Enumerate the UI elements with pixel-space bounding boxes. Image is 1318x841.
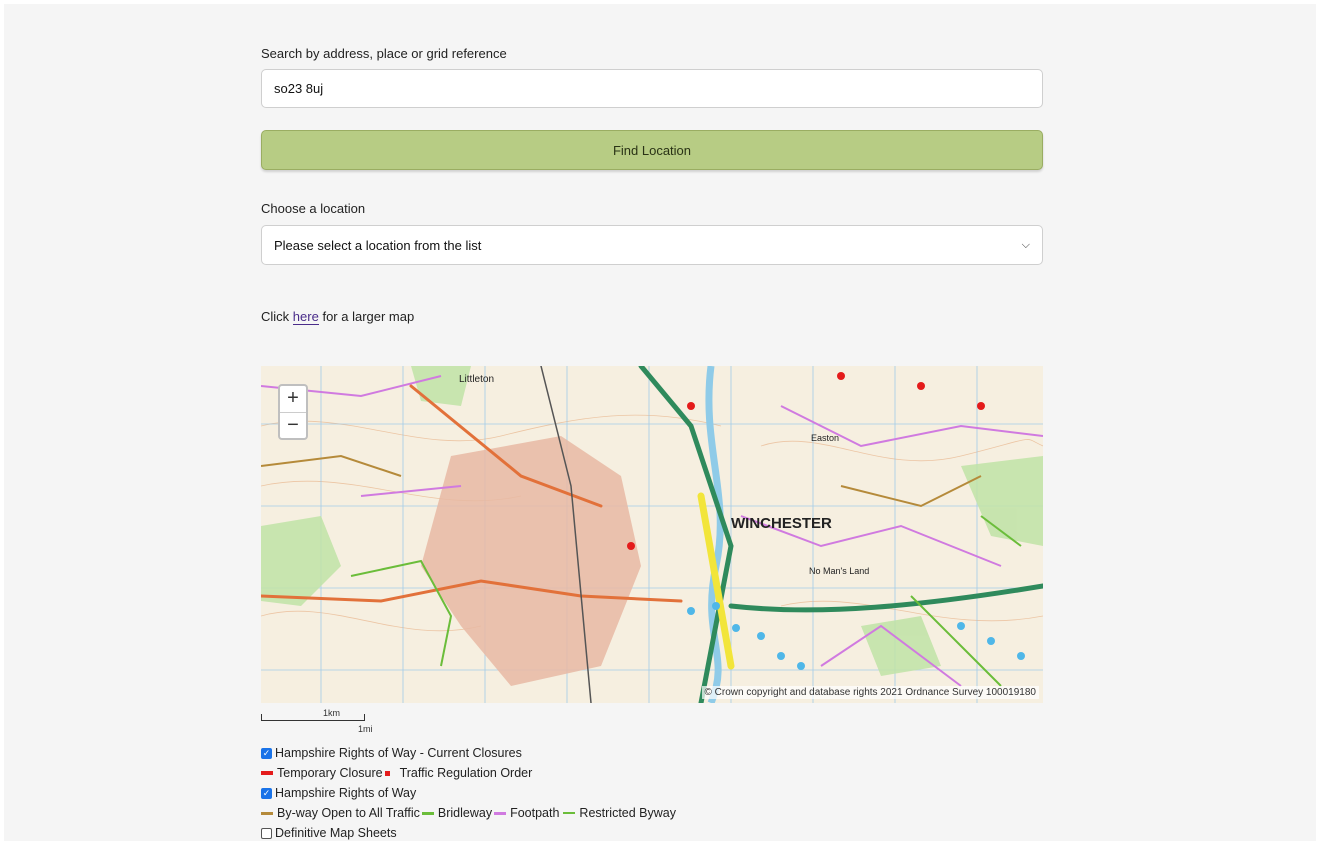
zoom-out-button[interactable]: − [280,413,306,439]
rights-of-way-legend: By-way Open to All Traffic Bridleway Foo… [261,806,676,820]
map-label-winchester: WINCHESTER [731,515,832,532]
closures-checkbox[interactable]: ✓ [261,747,272,759]
find-location-button[interactable]: Find Location [261,130,1043,170]
map-label-littleton: Littleton [459,374,494,385]
map-sheets-checkbox[interactable] [261,827,272,839]
legend-temporary-closure: Temporary Closure [277,766,383,780]
location-select[interactable]: Please select a location from the list ⌵ [261,225,1043,265]
scale-bar: 1km 1mi [261,706,381,734]
location-select-value: Please select a location from the list [274,237,482,253]
larger-map-link[interactable]: here [292,309,319,325]
tro-key [384,770,390,776]
larger-map-suffix: for a larger map [322,309,415,324]
scale-mi: 1mi [358,724,373,734]
chevron-down-icon: ⌵ [1021,238,1030,251]
legend-bridleway: Bridleway [437,806,493,820]
page: Search by address, place or grid referen… [4,4,1316,841]
map-sheets-label: Definitive Map Sheets [275,826,397,840]
footpath-key [494,811,507,815]
byway-key [261,811,273,815]
search-label: Search by address, place or grid referen… [261,46,507,61]
rights-of-way-label: Hampshire Rights of Way [275,786,417,800]
map-tiles: Littleton WINCHESTER Easton No Man's Lan… [261,366,1043,703]
map-view[interactable]: Littleton WINCHESTER Easton No Man's Lan… [261,366,1043,703]
scale-bar-line [261,714,365,721]
legend-footpath: Footpath [510,806,560,820]
scale-km: 1km [323,708,341,718]
map-label-easton: Easton [811,433,839,443]
legend-byway: By-way Open to All Traffic [277,806,420,820]
temporary-closure-key [261,771,273,775]
larger-map-line: Click here for a larger map [261,309,415,325]
larger-map-prefix: Click [261,309,290,324]
restricted-byway-key [563,812,576,814]
map-copyright: © Crown copyright and database rights 20… [701,686,1039,699]
closures-label: Hampshire Rights of Way - Current Closur… [275,746,522,760]
closures-legend: Temporary Closure Traffic Regulation Ord… [261,766,532,780]
zoom-control: + − [278,384,308,440]
choose-location-label: Choose a location [261,201,366,216]
rights-of-way-checkbox[interactable]: ✓ [261,787,272,799]
layer-map-sheets[interactable]: Definitive Map Sheets [261,826,397,840]
bridleway-key [421,811,434,815]
map-label-no-mans-land: No Man's Land [809,566,869,576]
zoom-in-button[interactable]: + [280,386,306,413]
layer-closures[interactable]: ✓ Hampshire Rights of Way - Current Clos… [261,746,522,760]
legend-restricted-byway: Restricted Byway [579,806,676,820]
layer-rights-of-way[interactable]: ✓ Hampshire Rights of Way [261,786,416,800]
legend-tro: Traffic Regulation Order [399,766,533,780]
search-input[interactable] [261,69,1043,108]
